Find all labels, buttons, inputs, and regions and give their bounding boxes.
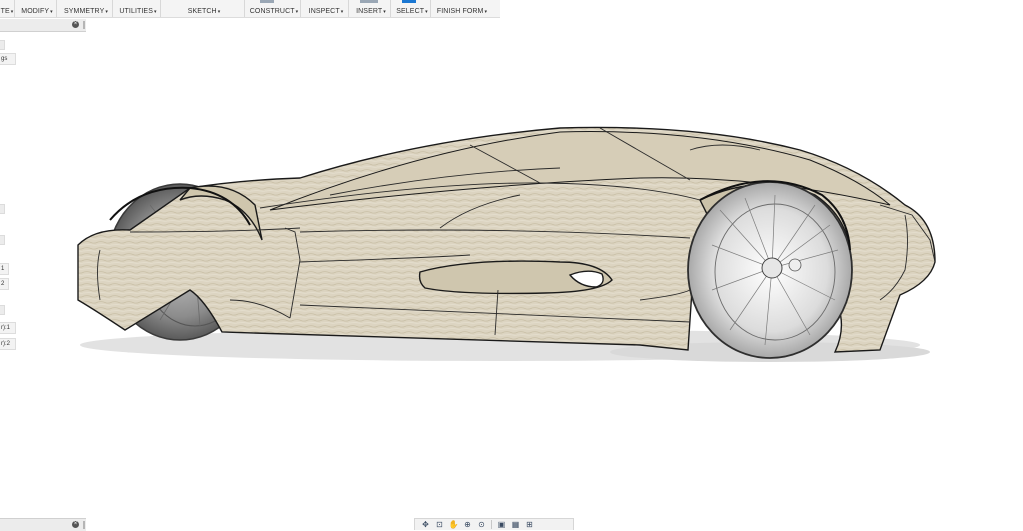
tree-node[interactable] [0, 204, 5, 214]
panel-grip-handle[interactable] [83, 521, 85, 529]
finish-form-label: FINISH FORM [436, 8, 484, 15]
chevron-down-icon: ▾ [425, 9, 428, 15]
tree-item-label: 2 [1, 281, 5, 287]
browser-panel-header: × [0, 19, 86, 32]
front-wheel [687, 181, 853, 359]
zoom-icon[interactable]: ⊕ [461, 519, 474, 530]
modify-menu[interactable]: MODIFY▾ [18, 0, 57, 17]
tree-item-label: r):2 [1, 341, 10, 347]
tree-item-body-1[interactable]: 1 [0, 263, 9, 275]
modify-label: MODIFY [21, 8, 50, 15]
chevron-down-icon: ▾ [217, 9, 221, 15]
symmetry-menu[interactable]: SYMMETRY▾ [60, 0, 113, 17]
inspect-label: INSPECT [308, 8, 340, 15]
tree-node[interactable] [0, 305, 5, 315]
utilities-menu[interactable]: UTILITIES▾ [116, 0, 161, 17]
navigation-bar: ✥ ⊡ ✋ ⊕ ⊙ ▣ ▦ ⊞ [414, 518, 574, 530]
divider [491, 520, 492, 529]
inspect-menu[interactable]: INSPECT▾ [304, 0, 349, 17]
grid-settings-icon[interactable]: ▦ [509, 519, 522, 530]
select-label: SELECT [396, 8, 425, 15]
tree-node[interactable] [0, 235, 5, 245]
tree-item-label: gs [1, 56, 8, 62]
chevron-down-icon: ▾ [105, 9, 108, 15]
panel-grip-handle[interactable] [83, 21, 85, 29]
tree-item-settings[interactable]: gs [0, 53, 16, 65]
orbit-icon[interactable]: ✥ [419, 519, 432, 530]
select-icon [402, 0, 416, 3]
tree-item-sketch-2[interactable]: r):2 [0, 338, 16, 350]
close-icon[interactable]: × [72, 521, 79, 528]
sketch-menu[interactable]: SKETCH▾ [164, 0, 245, 17]
chevron-down-icon: ▾ [153, 9, 157, 15]
close-icon[interactable]: × [72, 21, 79, 28]
chevron-down-icon: ▾ [295, 9, 299, 15]
insert-label: INSERT [356, 8, 383, 15]
tree-item-sketch-1[interactable]: r):1 [0, 322, 16, 334]
tree-item-body-2[interactable]: 2 [0, 278, 9, 290]
tree-item-label: 1 [1, 266, 5, 272]
construct-icon [260, 0, 274, 3]
create-menu[interactable]: TE▾ [0, 0, 15, 17]
display-settings-icon[interactable]: ▣ [495, 519, 508, 530]
insert-icon [360, 0, 378, 3]
tree-item-label: r):1 [1, 325, 10, 331]
utilities-label: UTILITIES [119, 8, 153, 15]
chevron-down-icon: ▾ [484, 9, 488, 15]
viewports-icon[interactable]: ⊞ [523, 519, 536, 530]
construct-label: CONSTRUCT [249, 8, 295, 15]
insert-menu[interactable]: INSERT▾ [352, 0, 391, 17]
look-at-icon[interactable]: ⊡ [433, 519, 446, 530]
chevron-down-icon: ▾ [340, 9, 344, 15]
fit-icon[interactable]: ⊙ [475, 519, 488, 530]
comments-panel-header: × [0, 518, 86, 531]
chevron-down-icon: ▾ [383, 9, 386, 15]
toolbar: TE▾ MODIFY▾ SYMMETRY▾ UTILITIES▾ SKETCH▾… [0, 0, 500, 18]
create-label: TE [0, 8, 10, 15]
canvas-viewport[interactable] [0, 0, 1023, 530]
finish-form-menu[interactable]: FINISH FORM▾ [434, 0, 490, 17]
chevron-down-icon: ▾ [50, 9, 53, 15]
pan-icon[interactable]: ✋ [447, 519, 460, 530]
sketch-label: SKETCH [187, 8, 217, 15]
chevron-down-icon: ▾ [10, 9, 14, 15]
select-menu[interactable]: SELECT▾ [394, 0, 431, 17]
symmetry-label: SYMMETRY [64, 8, 105, 15]
construct-menu[interactable]: CONSTRUCT▾ [248, 0, 301, 17]
tree-node[interactable] [0, 40, 5, 50]
